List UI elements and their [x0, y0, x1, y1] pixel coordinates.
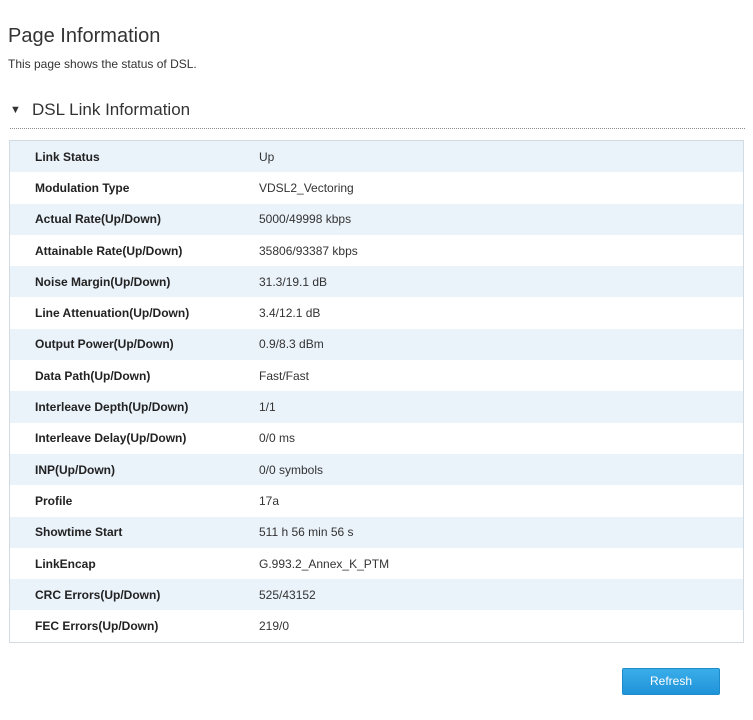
- row-value: G.993.2_Annex_K_PTM: [259, 547, 744, 580]
- table-row: FEC Errors(Up/Down) 219/0: [9, 610, 744, 643]
- dsl-info-table: Link Status Up Modulation Type VDSL2_Vector…: [9, 140, 744, 643]
- table-row: Output Power(Up/Down) 0.9/8.3 dBm: [9, 328, 744, 361]
- section-title: DSL Link Information: [32, 100, 191, 119]
- row-value: 17a: [259, 485, 744, 517]
- table-row: Data Path(Up/Down) Fast/Fast: [9, 360, 744, 392]
- row-label: Line Attenuation(Up/Down): [9, 297, 259, 329]
- row-value: 511 h 56 min 56 s: [259, 516, 744, 548]
- row-value: 1/1: [259, 391, 744, 423]
- collapse-triangle-icon[interactable]: ▼: [10, 99, 32, 121]
- row-value: 5000/49998 kbps: [259, 203, 744, 235]
- row-value: 0/0 ms: [259, 422, 744, 454]
- row-label: Attainable Rate(Up/Down): [9, 234, 259, 267]
- row-label: Data Path(Up/Down): [9, 360, 259, 392]
- row-value: Fast/Fast: [259, 360, 744, 392]
- row-label: Showtime Start: [9, 516, 259, 548]
- table-row: Attainable Rate(Up/Down) 35806/93387 kbps: [9, 234, 744, 267]
- row-value: 3.4/12.1 dB: [259, 297, 744, 329]
- row-label: Profile: [9, 485, 259, 517]
- row-label: INP(Up/Down): [9, 453, 259, 486]
- section-header-dsl-link[interactable]: ▼ DSL Link Information: [10, 99, 745, 129]
- row-value: 35806/93387 kbps: [259, 234, 744, 267]
- page-description: This page shows the status of DSL.: [8, 57, 197, 71]
- row-label: Output Power(Up/Down): [9, 328, 259, 361]
- row-label: CRC Errors(Up/Down): [9, 579, 259, 611]
- row-label: LinkEncap: [9, 547, 259, 580]
- table-row: Modulation Type VDSL2_Vectoring: [9, 172, 744, 204]
- table-row: INP(Up/Down) 0/0 symbols: [9, 453, 744, 486]
- table-row: Noise Margin(Up/Down) 31.3/19.1 dB: [9, 266, 744, 298]
- row-value: VDSL2_Vectoring: [259, 172, 744, 204]
- row-value: 219/0: [259, 610, 744, 643]
- refresh-button[interactable]: Refresh: [622, 668, 720, 695]
- row-label: FEC Errors(Up/Down): [9, 610, 259, 643]
- row-label: Interleave Delay(Up/Down): [9, 422, 259, 454]
- row-label: Noise Margin(Up/Down): [9, 266, 259, 298]
- table-row: Interleave Depth(Up/Down) 1/1: [9, 391, 744, 423]
- table-row: LinkEncap G.993.2_Annex_K_PTM: [9, 547, 744, 580]
- table-row: Actual Rate(Up/Down) 5000/49998 kbps: [9, 203, 744, 235]
- table-row: Line Attenuation(Up/Down) 3.4/12.1 dB: [9, 297, 744, 329]
- row-value: 31.3/19.1 dB: [259, 266, 744, 298]
- table-row: Showtime Start 511 h 56 min 56 s: [9, 516, 744, 548]
- table-row: Profile 17a: [9, 485, 744, 517]
- row-value: 0.9/8.3 dBm: [259, 328, 744, 361]
- page: Page Information This page shows the sta…: [0, 0, 753, 720]
- row-value: Up: [259, 140, 744, 173]
- table-row: Interleave Delay(Up/Down) 0/0 ms: [9, 422, 744, 454]
- page-title: Page Information: [8, 25, 161, 47]
- table-row: Link Status Up: [9, 140, 744, 173]
- row-label: Link Status: [9, 140, 259, 173]
- row-value: 0/0 symbols: [259, 453, 744, 486]
- row-label: Actual Rate(Up/Down): [9, 203, 259, 235]
- row-label: Interleave Depth(Up/Down): [9, 391, 259, 423]
- table-row: CRC Errors(Up/Down) 525/43152: [9, 579, 744, 611]
- row-value: 525/43152: [259, 579, 744, 611]
- row-label: Modulation Type: [9, 172, 259, 204]
